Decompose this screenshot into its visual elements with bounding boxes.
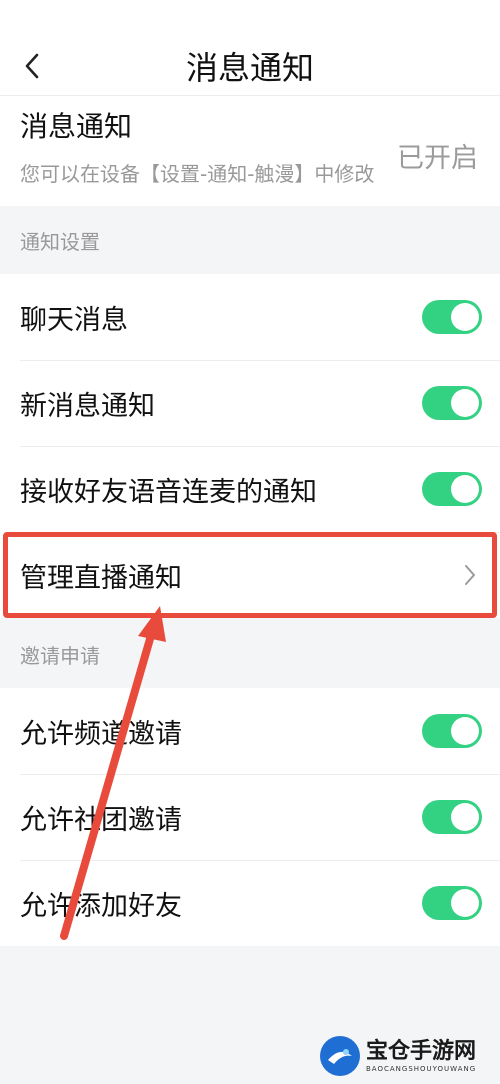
- chat-messages-toggle[interactable]: [422, 300, 482, 334]
- setting-row-new-message-notify: 新消息通知: [0, 360, 500, 446]
- add-friend-toggle[interactable]: [422, 886, 482, 920]
- watermark: 宝仓手游网 BAOCANGSHOUYOUWANG: [320, 1030, 496, 1082]
- channel-invite-toggle[interactable]: [422, 714, 482, 748]
- toggle-knob: [451, 303, 479, 331]
- voice-call-notify-toggle[interactable]: [422, 472, 482, 506]
- watermark-logo-icon: [320, 1036, 360, 1076]
- nav-bar: 消息通知: [0, 0, 500, 96]
- toggle-knob: [451, 803, 479, 831]
- club-invite-toggle[interactable]: [422, 800, 482, 834]
- notify-settings-group: 聊天消息 新消息通知 接收好友语音连麦的通知 管理直播通知: [0, 274, 500, 618]
- setting-row-channel-invite: 允许频道邀请: [0, 688, 500, 774]
- system-notification-status: 已开启: [397, 143, 478, 174]
- setting-label: 聊天消息: [20, 304, 128, 336]
- toggle-knob: [451, 717, 479, 745]
- watermark-name: 宝仓手游网: [366, 1038, 477, 1064]
- setting-label: 管理直播通知: [20, 562, 182, 594]
- watermark-subtitle: BAOCANGSHOUYOUWANG: [366, 1065, 477, 1073]
- system-notification-title: 消息通知: [20, 110, 133, 143]
- system-notification-description: 您可以在设备【设置-通知-触漫】中修改: [20, 162, 375, 186]
- toggle-knob: [451, 475, 479, 503]
- setting-label: 接收好友语音连麦的通知: [20, 476, 317, 508]
- setting-label: 新消息通知: [20, 390, 155, 422]
- setting-label: 允许频道邀请: [20, 718, 182, 750]
- section-header-invites: 邀请申请: [20, 644, 100, 668]
- setting-row-chat-messages: 聊天消息: [0, 274, 500, 360]
- setting-row-manage-live-notify[interactable]: 管理直播通知: [0, 532, 500, 618]
- setting-row-voice-call-notify: 接收好友语音连麦的通知: [0, 446, 500, 532]
- section-header-notify-settings: 通知设置: [20, 230, 100, 254]
- chevron-right-icon: [460, 562, 480, 588]
- setting-row-club-invite: 允许社团邀请: [0, 774, 500, 860]
- toggle-knob: [451, 889, 479, 917]
- setting-row-add-friend: 允许添加好友: [0, 860, 500, 946]
- new-message-notify-toggle[interactable]: [422, 386, 482, 420]
- toggle-knob: [451, 389, 479, 417]
- setting-label: 允许添加好友: [20, 890, 182, 922]
- setting-label: 允许社团邀请: [20, 804, 182, 836]
- system-notification-item[interactable]: 消息通知 您可以在设备【设置-通知-触漫】中修改 已开启: [0, 96, 500, 206]
- page-title: 消息通知: [185, 49, 314, 87]
- invites-group: 允许频道邀请 允许社团邀请 允许添加好友: [0, 688, 500, 946]
